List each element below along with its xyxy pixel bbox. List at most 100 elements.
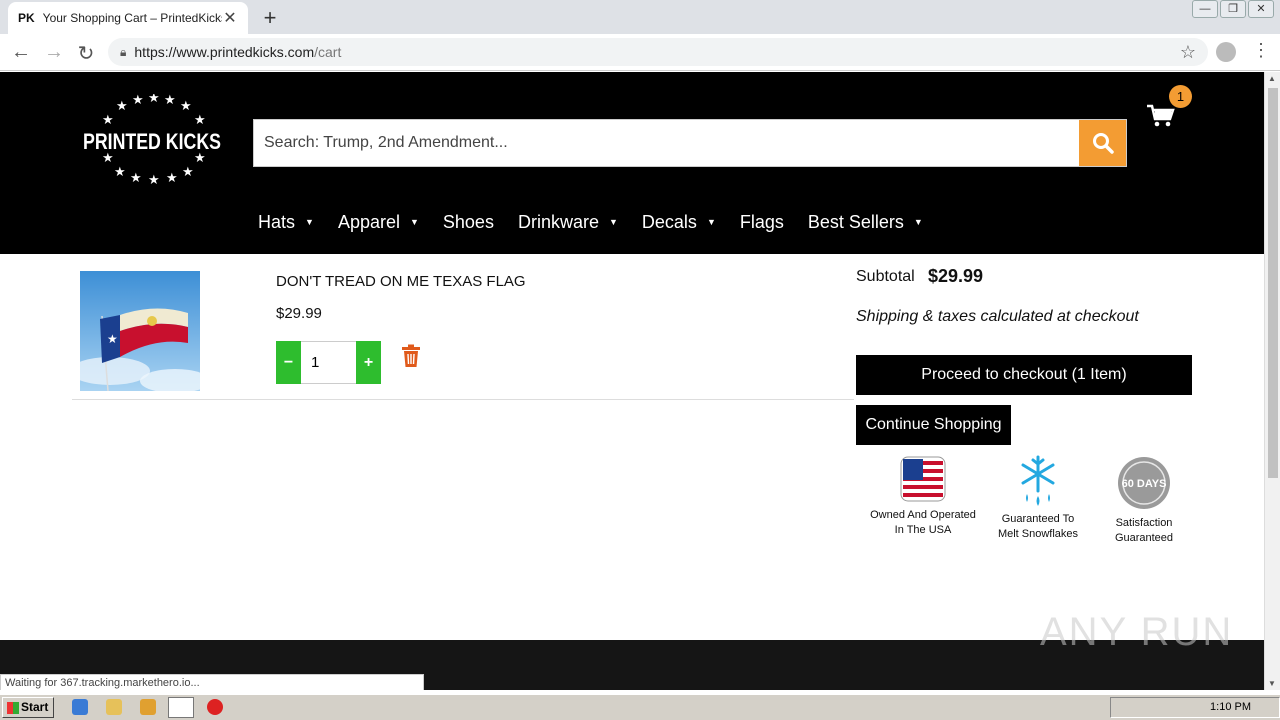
site-logo[interactable]: ★ ★ ★ ★ ★ ★ ★ ★ ★ ★ ★ ★ ★ ★ PRINTED KICKS (80, 91, 226, 188)
shipping-note: Shipping & taxes calculated at checkout (856, 308, 1139, 325)
url-path: /cart (314, 44, 342, 60)
cart-count-badge: 1 (1169, 85, 1192, 108)
scroll-up-icon[interactable]: ▲ (1268, 74, 1276, 83)
scroll-down-icon[interactable]: ▼ (1268, 679, 1276, 688)
browser-tab-bar: PK Your Shopping Cart – PrintedKicks ✕ +… (0, 0, 1280, 34)
svg-text:★: ★ (164, 94, 176, 108)
clock: 1:10 PM (1210, 701, 1251, 713)
logo-text: PRINTED KICKS (83, 129, 221, 154)
vertical-scrollbar[interactable]: ▲ ▼ (1264, 72, 1280, 690)
usa-badge: Owned And Operated In The USA (862, 456, 984, 538)
site-header: ★★★★★ ★★ ★★ ★★★★★ PRINTED KICKS 1 Hats▼ … (0, 72, 1264, 254)
restore-button[interactable]: ❐ (1220, 0, 1246, 18)
nav-item-decals[interactable]: Decals ▼ (642, 212, 716, 233)
new-tab-button[interactable]: + (258, 5, 282, 31)
system-tray: 1:10 PM (1110, 697, 1280, 718)
svg-text:★: ★ (102, 113, 114, 128)
badge-line: In The USA (894, 524, 952, 536)
snowflake-badge: Guaranteed To Melt Snowflakes (988, 454, 1088, 542)
status-bar: Waiting for 367.tracking.markethero.io..… (0, 674, 424, 690)
product-image[interactable]: ★ (80, 271, 200, 391)
nav-item-drinkware[interactable]: Drinkware ▼ (518, 212, 618, 233)
badge-line: Owned And Operated (870, 509, 976, 521)
ie-icon[interactable] (72, 699, 88, 715)
chevron-down-icon: ▼ (913, 217, 923, 227)
svg-text:★: ★ (107, 332, 118, 346)
bookmark-star-icon[interactable]: ☆ (1180, 42, 1196, 63)
opera-icon[interactable] (207, 699, 223, 715)
url-host: https://www.printedkicks.com (134, 44, 315, 60)
guarantee-badge: 60 DAYS Satisfaction Guaranteed (1096, 456, 1192, 546)
scroll-thumb[interactable] (1268, 88, 1278, 478)
svg-text:★: ★ (166, 171, 178, 184)
search-button[interactable] (1079, 120, 1126, 166)
subtotal-label: Subtotal (856, 268, 915, 285)
browser-tab[interactable]: PK Your Shopping Cart – PrintedKicks ✕ (8, 2, 248, 34)
svg-text:★: ★ (130, 171, 142, 184)
usa-flag-icon (900, 456, 946, 502)
start-label: Start (21, 700, 49, 714)
quantity-stepper: − + (276, 341, 381, 384)
seal-text: 60 DAYS (1122, 478, 1167, 490)
nav-item-apparel[interactable]: Apparel ▼ (338, 212, 419, 233)
chevron-down-icon: ▼ (305, 217, 314, 227)
cart-button[interactable] (1146, 104, 1176, 128)
snowflake-icon (1021, 455, 1055, 506)
window-controls: — ❐ ✕ (1190, 0, 1274, 18)
badge-line: Guaranteed To (1001, 513, 1075, 525)
trash-icon (402, 344, 420, 367)
guarantee-seal-icon: 60 DAYS (1118, 457, 1170, 509)
product-name[interactable]: DON'T TREAD ON ME TEXAS FLAG (276, 273, 526, 290)
search-icon (1092, 133, 1114, 154)
nav-label: Shoes (442, 211, 494, 232)
badge-line: Melt Snowflakes (997, 528, 1079, 540)
lock-icon: 🔒︎ (120, 44, 127, 59)
profile-avatar-icon[interactable] (1216, 42, 1236, 62)
chrome-taskbar-button[interactable] (168, 697, 194, 718)
start-button[interactable]: Start (2, 697, 54, 718)
nav-item-flags[interactable]: Flags (740, 212, 784, 233)
tab-title: Your Shopping Cart – PrintedKicks (42, 11, 222, 25)
back-arrow-icon[interactable]: ← (10, 41, 32, 64)
svg-text:★: ★ (148, 94, 160, 106)
chevron-down-icon: ▼ (706, 217, 716, 227)
site-favicon-icon: PK (18, 11, 35, 25)
nav-item-best-sellers[interactable]: Best Sellers ▼ (808, 212, 923, 233)
address-bar[interactable]: 🔒︎ https://www.printedkicks.com/cart ☆ (108, 38, 1208, 66)
decrease-quantity-button[interactable]: − (276, 341, 301, 384)
nav-label: Hats (258, 211, 296, 232)
tab-close-icon[interactable]: ✕ (222, 8, 238, 28)
search-box (253, 119, 1127, 167)
svg-text:★: ★ (116, 99, 128, 114)
badge-line: Guaranteed (1114, 532, 1174, 544)
nav-item-hats[interactable]: Hats ▼ (258, 212, 314, 233)
close-window-button[interactable]: ✕ (1248, 0, 1274, 18)
minimize-button[interactable]: — (1192, 0, 1218, 18)
search-input[interactable] (254, 120, 1080, 166)
nav-label: Apparel (337, 211, 400, 232)
subtotal-value: $29.99 (928, 266, 984, 286)
svg-text:★: ★ (148, 173, 160, 184)
nav-label: Best Sellers (807, 211, 904, 232)
svg-text:★: ★ (194, 113, 206, 128)
nav-label: Decals (641, 211, 697, 232)
chevron-down-icon: ▼ (608, 217, 618, 227)
increase-quantity-button[interactable]: + (356, 341, 381, 384)
cart-icon (1147, 104, 1175, 127)
continue-shopping-button[interactable]: Continue Shopping (856, 405, 1011, 445)
badge-line: Satisfaction (1115, 517, 1173, 529)
nav-item-shoes[interactable]: Shoes (443, 212, 494, 233)
folder-icon[interactable] (106, 699, 122, 715)
windows-logo-icon (7, 702, 19, 714)
nav-label: Drinkware (517, 211, 599, 232)
quantity-input[interactable] (301, 341, 356, 384)
forward-arrow-icon[interactable]: → (43, 41, 65, 64)
checkout-button[interactable]: Proceed to checkout (1 Item) (856, 355, 1192, 395)
remove-item-button[interactable] (400, 344, 422, 368)
watermark-text: ANY RUN (1040, 610, 1234, 654)
svg-text:★: ★ (132, 94, 144, 108)
reload-icon[interactable]: ↻ (75, 41, 97, 66)
svg-text:★: ★ (114, 165, 126, 180)
media-player-icon[interactable] (140, 699, 156, 715)
browser-menu-icon[interactable]: ⋮ (1252, 40, 1270, 61)
